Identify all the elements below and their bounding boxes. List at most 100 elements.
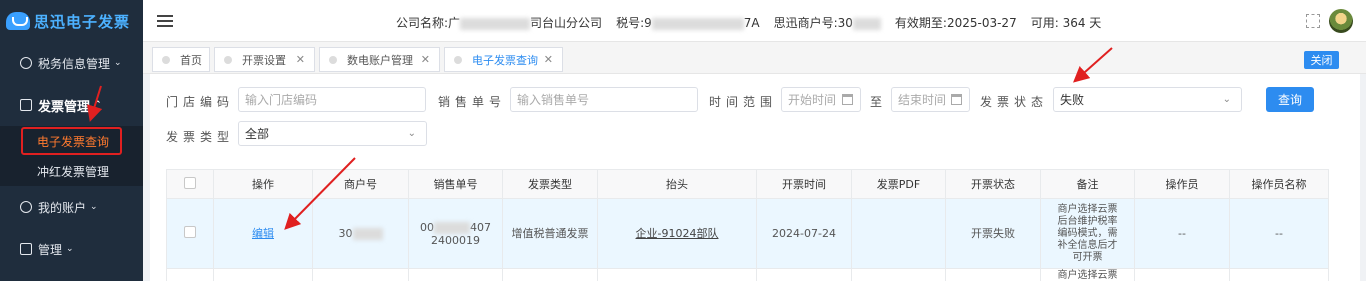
invoice-table: 操作 商户号 销售单号 发票类型 抬头 开票时间 发票PDF 开票状态 备注 操… (166, 169, 1329, 281)
remark-cell: 商户选择云票 (1040, 268, 1135, 281)
query-button[interactable]: 查询 (1266, 87, 1314, 112)
sidebar-item-label: 冲红发票管理 (37, 164, 110, 179)
sales-no-part: 00 (420, 220, 434, 234)
avatar[interactable] (1329, 9, 1353, 33)
title-cell: 企业-91024部队 (597, 198, 757, 269)
sidebar-item-label: 管理 (38, 242, 63, 257)
tax-number: 税号:9 7A (616, 16, 760, 30)
top-header: 公司名称:广 司台山分公司 税号:9 7A 思迅商户号:30 有效期至:2025-0… (143, 0, 1366, 42)
invoice-icon (20, 99, 32, 111)
invoice-type-cell: 增值税普通发票 (502, 198, 598, 269)
time-range-label: 时间范围 (709, 95, 778, 109)
tab-dot-icon (162, 55, 170, 64)
sales-no-part: 407 (470, 220, 491, 234)
input-placeholder: 输入销售单号 (517, 93, 590, 107)
status-cell: 开票失败 (945, 198, 1041, 269)
remark-cell: 商户选择云票后台维护税率编码模式，需补全信息后才可开票 (1040, 198, 1135, 269)
sales-no-cell: 00 407 2400019 (408, 198, 503, 269)
column-header: 开票状态 (945, 169, 1041, 199)
close-icon[interactable]: ✕ (544, 53, 553, 66)
sidebar-item-my-account[interactable]: 我的账户 ⌄ (0, 186, 143, 228)
close-icon[interactable]: ✕ (421, 53, 430, 66)
invoice-type-select[interactable]: 全部 ⌄ (238, 121, 427, 146)
logo-text: 思迅电子发票 (34, 12, 131, 31)
sidebar-item-label: 发票管理 (38, 99, 91, 115)
chevron-down-icon: ⌄ (407, 128, 416, 139)
table-header-row: 操作 商户号 销售单号 发票类型 抬头 开票时间 发票PDF 开票状态 备注 操… (166, 169, 1329, 199)
row-checkbox[interactable] (184, 226, 196, 238)
chevron-down-icon: ⌄ (90, 202, 98, 212)
select-all-cell (166, 169, 214, 199)
status-label: 发票状态 (980, 95, 1049, 109)
calendar-icon (951, 94, 962, 105)
store-code-label: 门店编码 (166, 95, 235, 109)
close-tabs-button[interactable]: 关闭 (1304, 51, 1339, 69)
tab-invoice-settings[interactable]: 开票设置 ✕ (214, 47, 315, 72)
column-header: 抬头 (597, 169, 757, 199)
sidebar-item-label: 税务信息管理 (38, 56, 111, 71)
column-header: 商户号 (312, 169, 409, 199)
merchant-cell: 30 (312, 198, 409, 269)
tab-label: 首页 (180, 53, 202, 67)
column-header: 操作员名称 (1229, 169, 1329, 199)
column-header: 开票时间 (756, 169, 852, 199)
to-label: 至 (870, 95, 883, 109)
merchant-value: 30 (338, 227, 353, 240)
column-header: 操作 (213, 169, 313, 199)
input-placeholder: 结束时间 (898, 93, 947, 107)
edit-link[interactable]: 编辑 (252, 227, 274, 240)
tab-digital-account[interactable]: 数电账户管理 ✕ (319, 47, 440, 72)
sidebar-item-tax-info[interactable]: 税务信息管理 ⌄ (0, 42, 143, 84)
chevron-down-icon: ⌄ (1222, 94, 1231, 105)
column-header: 备注 (1040, 169, 1135, 199)
operator-cell: -- (1134, 198, 1230, 269)
input-placeholder: 开始时间 (788, 93, 837, 107)
row-select-cell (166, 198, 214, 269)
invoice-type-label: 发票类型 (166, 130, 235, 144)
company-name: 公司名称:广 司台山分公司 (396, 16, 603, 30)
store-code-input[interactable]: 输入门店编码 (238, 87, 426, 112)
menu-toggle-icon[interactable] (157, 14, 173, 27)
action-cell: 编辑 (213, 198, 313, 269)
sidebar-item-invoice-management[interactable]: 发票管理 ⌃ (0, 84, 143, 126)
title-value: 企业-91024部队 (635, 227, 719, 240)
pdf-cell (851, 198, 946, 269)
end-time-input[interactable]: 结束时间 (891, 87, 970, 112)
select-all-checkbox[interactable] (184, 176, 196, 189)
tab-label: 数电账户管理 (347, 53, 413, 67)
main-content: 门店编码 输入门店编码 销售单号 输入销售单号 时间范围 开始时间 至 结束时间… (150, 74, 1360, 281)
select-value: 失败 (1060, 93, 1085, 107)
expiry-date: 有效期至:2025-03-27 (894, 16, 1017, 30)
tab-home[interactable]: 首页 (152, 47, 210, 72)
tab-dot-icon (224, 55, 232, 64)
grid-icon (20, 243, 32, 255)
close-icon[interactable]: ✕ (296, 53, 305, 66)
table-row: 编辑 30 00 407 2400019 增值税普通发票 企业-91024部队 2… (166, 198, 1329, 269)
start-time-input[interactable]: 开始时间 (781, 87, 861, 112)
tab-e-invoice-query[interactable]: 电子发票查询 ✕ (444, 47, 563, 72)
select-value: 全部 (245, 127, 270, 141)
merchant-number: 思迅商户号:30 (774, 14, 881, 31)
tab-label: 开票设置 (242, 53, 286, 67)
cloud-logo-icon (6, 12, 30, 30)
tab-dot-icon (454, 55, 462, 64)
app-logo: 思迅电子发票 (0, 0, 143, 42)
tab-dot-icon (329, 55, 337, 64)
chevron-up-icon: ⌃ (94, 100, 102, 110)
tax-icon (20, 57, 32, 69)
annotation-highlight-box (21, 127, 122, 155)
account-info: 公司名称:广 司台山分公司 税号:9 7A 思迅商户号:30 有效期至:2025-0… (396, 14, 1101, 31)
sales-no-input[interactable]: 输入销售单号 (510, 87, 698, 112)
status-select[interactable]: 失败 ⌄ (1053, 87, 1242, 112)
column-header: 发票PDF (851, 169, 946, 199)
sidebar-item-red-invoice[interactable]: 冲红发票管理 (0, 156, 143, 186)
sidebar-item-management[interactable]: 管理 ⌄ (0, 228, 143, 270)
input-placeholder: 输入门店编码 (245, 93, 318, 107)
issue-time-cell: 2024-07-24 (756, 198, 852, 269)
calendar-icon (842, 94, 853, 105)
account-icon (20, 201, 32, 213)
table-row: 商户选择云票 (166, 268, 1329, 281)
fullscreen-icon[interactable] (1306, 14, 1320, 28)
column-header: 发票类型 (502, 169, 598, 199)
tab-bar: 首页 开票设置 ✕ 数电账户管理 ✕ 电子发票查询 ✕ (143, 42, 1366, 74)
